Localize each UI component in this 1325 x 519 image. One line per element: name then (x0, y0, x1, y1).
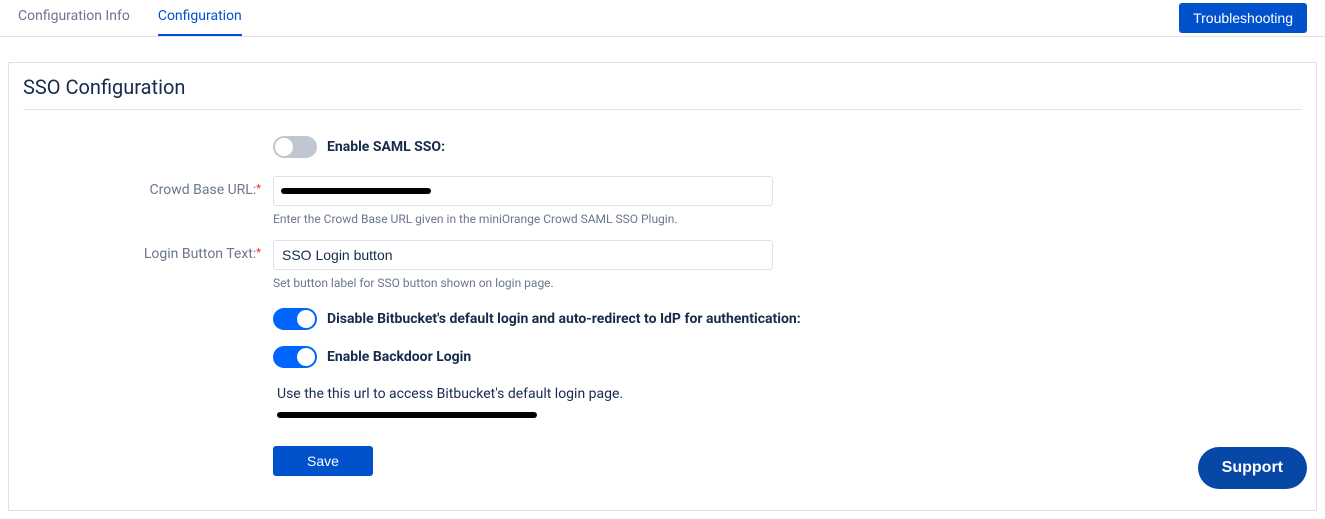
tab-configuration[interactable]: Configuration (158, 0, 242, 36)
support-button[interactable]: Support (1198, 447, 1307, 489)
troubleshooting-button[interactable]: Troubleshooting (1179, 3, 1307, 33)
tabs-nav: Configuration Info Configuration (18, 0, 242, 36)
panel-title: SSO Configuration (23, 75, 1302, 110)
disable-default-login-label: Disable Bitbucket's default login and au… (327, 311, 801, 327)
login-button-text-label: Login Button Text:* (23, 240, 273, 262)
save-button[interactable]: Save (273, 446, 373, 476)
redacted-url (277, 412, 537, 418)
enable-saml-sso-toggle[interactable] (273, 136, 317, 158)
disable-default-login-toggle[interactable] (273, 308, 317, 330)
enable-backdoor-login-toggle[interactable] (273, 346, 317, 368)
enable-saml-sso-label: Enable SAML SSO: (327, 139, 445, 155)
login-button-text-help: Set button label for SSO button shown on… (273, 270, 1302, 290)
enable-backdoor-login-label: Enable Backdoor Login (327, 349, 471, 365)
crowd-base-url-help: Enter the Crowd Base URL given in the mi… (273, 206, 1302, 226)
crowd-base-url-label: Crowd Base URL:* (23, 176, 273, 198)
sso-configuration-panel: SSO Configuration Enable SAML SSO: Crowd… (8, 62, 1317, 511)
tab-configuration-info[interactable]: Configuration Info (18, 0, 130, 36)
redacted-text (281, 188, 431, 194)
backdoor-info-text: Use the this url to access Bitbucket's d… (273, 380, 1302, 404)
login-button-text-input[interactable] (273, 240, 773, 270)
